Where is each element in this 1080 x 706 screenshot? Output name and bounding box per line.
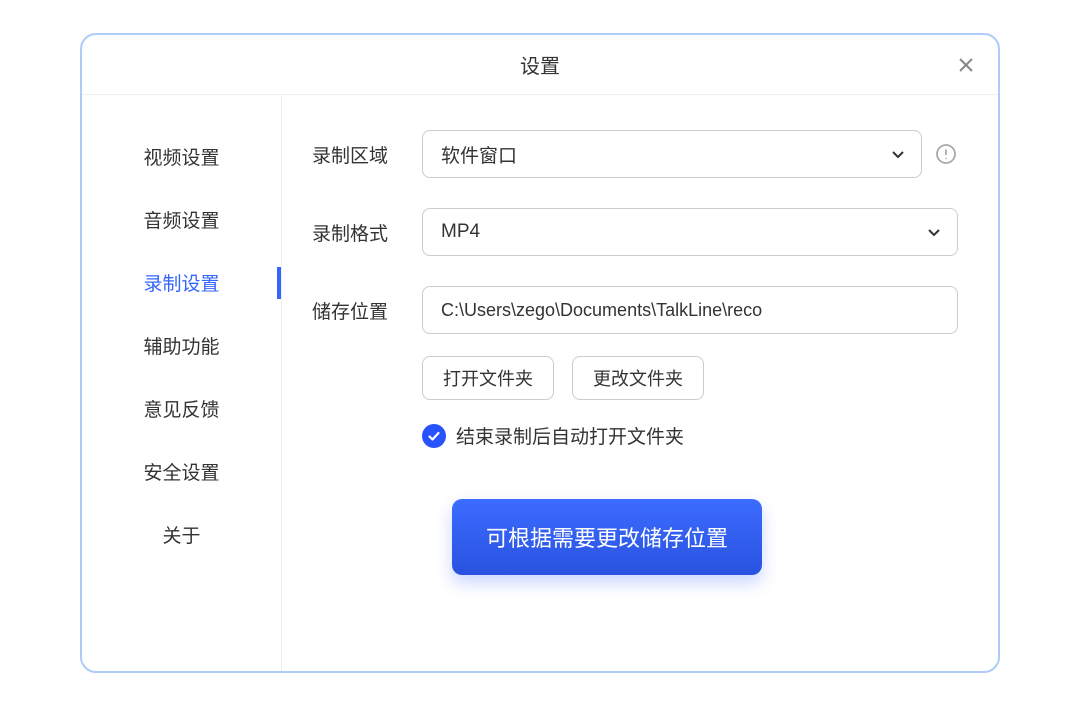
- check-icon: [427, 429, 441, 443]
- sidebar-item-label: 辅助功能: [143, 337, 219, 358]
- open-folder-label: 打开文件夹: [443, 365, 533, 391]
- recording-area-value: 软件窗口: [441, 141, 517, 168]
- auto-open-checkbox[interactable]: [422, 424, 446, 448]
- form-row-storage-location: 储存位置 C:\Users\zego\Documents\TalkLine\re…: [312, 286, 958, 334]
- close-button[interactable]: [954, 53, 978, 77]
- settings-dialog: 设置 视频设置 音频设置 录制设置 辅助功能 意见反馈: [80, 33, 1000, 673]
- storage-location-value: C:\Users\zego\Documents\TalkLine\reco: [441, 300, 762, 321]
- sidebar: 视频设置 音频设置 录制设置 辅助功能 意见反馈 安全设置 关于: [82, 95, 282, 671]
- sidebar-item-label: 视频设置: [143, 148, 219, 169]
- sidebar-item-security[interactable]: 安全设置: [82, 440, 281, 503]
- storage-location-label: 储存位置: [312, 297, 422, 324]
- storage-hint-tooltip: 可根据需要更改储存位置: [452, 499, 762, 575]
- dialog-title: 设置: [520, 50, 560, 79]
- sidebar-item-audio[interactable]: 音频设置: [82, 188, 281, 251]
- sidebar-item-label: 意见反馈: [143, 400, 219, 421]
- recording-area-label: 录制区域: [312, 141, 422, 168]
- auto-open-label: 结束录制后自动打开文件夹: [456, 422, 684, 449]
- sidebar-item-recording[interactable]: 录制设置: [82, 251, 281, 314]
- tooltip-text: 可根据需要更改储存位置: [486, 526, 728, 551]
- recording-format-select[interactable]: MP4: [422, 208, 958, 256]
- change-folder-button[interactable]: 更改文件夹: [572, 356, 704, 400]
- sidebar-item-accessibility[interactable]: 辅助功能: [82, 314, 281, 377]
- close-icon: [958, 57, 974, 73]
- info-icon: [935, 143, 957, 165]
- recording-format-value: MP4: [441, 221, 480, 243]
- form-row-recording-format: 录制格式 MP4: [312, 208, 958, 256]
- recording-area-select[interactable]: 软件窗口: [422, 130, 922, 178]
- recording-area-info[interactable]: [934, 142, 958, 166]
- recording-format-label: 录制格式: [312, 219, 422, 246]
- sidebar-item-label: 录制设置: [143, 274, 219, 295]
- open-folder-button[interactable]: 打开文件夹: [422, 356, 554, 400]
- form-row-recording-area: 录制区域 软件窗口: [312, 130, 958, 178]
- storage-location-input[interactable]: C:\Users\zego\Documents\TalkLine\reco: [422, 286, 958, 334]
- sidebar-item-about[interactable]: 关于: [82, 503, 281, 566]
- sidebar-item-label: 音频设置: [143, 211, 219, 232]
- dialog-header: 设置: [82, 35, 998, 95]
- auto-open-row: 结束录制后自动打开文件夹: [422, 422, 958, 449]
- sidebar-item-feedback[interactable]: 意见反馈: [82, 377, 281, 440]
- change-folder-label: 更改文件夹: [593, 365, 683, 391]
- recording-area-select-wrapper: 软件窗口: [422, 130, 922, 178]
- sidebar-item-label: 关于: [162, 526, 200, 547]
- sidebar-item-video[interactable]: 视频设置: [82, 125, 281, 188]
- settings-content: 录制区域 软件窗口 录: [282, 95, 998, 671]
- folder-buttons-row: 打开文件夹 更改文件夹: [422, 356, 958, 400]
- dialog-body: 视频设置 音频设置 录制设置 辅助功能 意见反馈 安全设置 关于 录制: [82, 95, 998, 671]
- recording-format-select-wrapper: MP4: [422, 208, 958, 256]
- sidebar-item-label: 安全设置: [143, 463, 219, 484]
